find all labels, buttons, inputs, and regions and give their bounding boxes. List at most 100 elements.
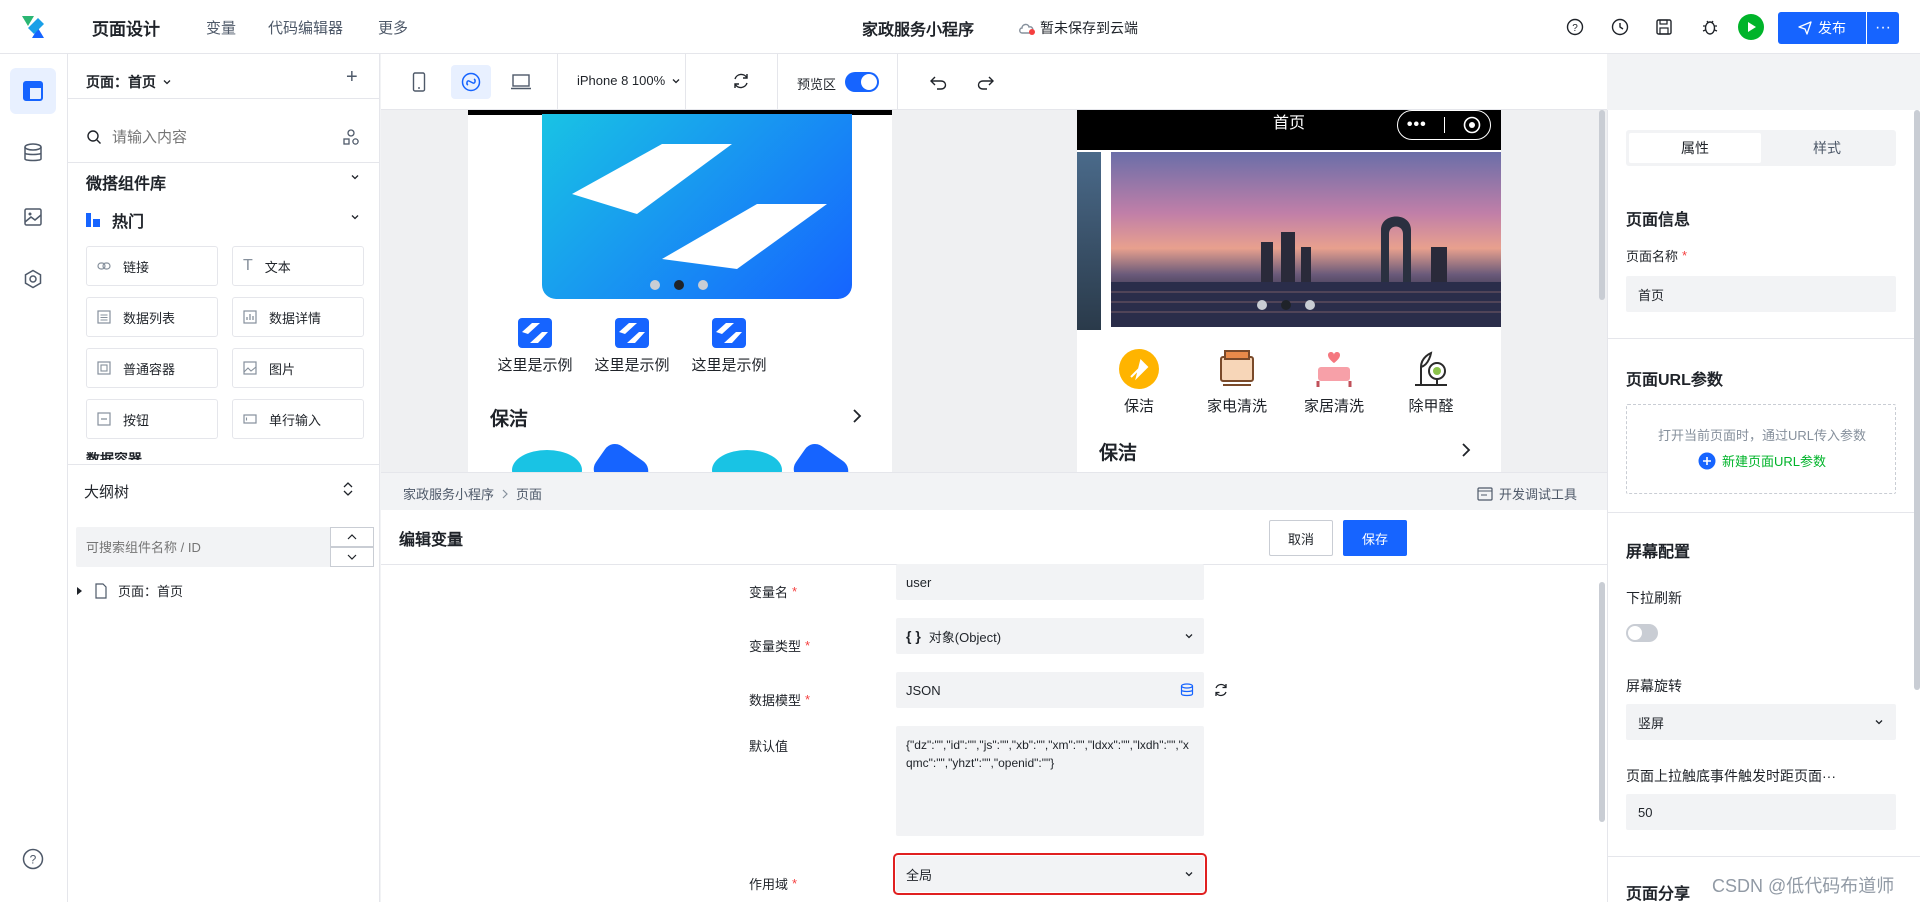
example-item[interactable]: 这里是示例 [495, 318, 575, 375]
library-chevron-icon[interactable] [350, 172, 360, 182]
save-icon[interactable] [1652, 15, 1676, 39]
next-match-button[interactable] [330, 547, 374, 567]
capsule-menu[interactable]: ••• [1397, 110, 1491, 140]
component-container[interactable]: 普通容器 [86, 348, 218, 388]
swiper-dot[interactable] [1305, 300, 1315, 310]
desktop-view-icon[interactable] [505, 66, 537, 98]
miniprogram-view-icon[interactable] [451, 65, 491, 99]
page-name-input[interactable]: 首页 [1626, 276, 1896, 312]
user-shapes-icon[interactable] [342, 128, 360, 146]
outline-search-field[interactable] [76, 527, 336, 567]
close-circle-icon[interactable] [1463, 116, 1481, 134]
phone-preview-right[interactable]: 首页 ••• 保洁 家电清洗 家居清洗 除甲醛 保洁 [1077, 110, 1501, 472]
pull-refresh-toggle[interactable] [1626, 624, 1658, 642]
devtools-button[interactable]: 开发调试工具 [1477, 484, 1577, 503]
var-name-input[interactable]: user [896, 564, 1204, 600]
expand-collapse-icon[interactable] [342, 481, 354, 497]
add-url-param-button[interactable]: 新建页面URL参数 [1627, 451, 1897, 470]
database-icon[interactable] [1180, 683, 1194, 697]
history-icon[interactable] [1608, 15, 1632, 39]
tab-properties[interactable]: 属性 [1629, 133, 1761, 163]
service-item[interactable]: 除甲醛 [1391, 347, 1471, 416]
var-type-select[interactable]: { } 对象(Object) [896, 618, 1204, 654]
plant-icon [1391, 347, 1471, 391]
library-title: 微搭组件库 [86, 176, 167, 193]
publish-button[interactable]: 发布 [1778, 12, 1866, 44]
component-data-detail[interactable]: 数据详情 [232, 297, 364, 337]
nav-more[interactable]: 更多 [378, 0, 408, 54]
hot-chevron-icon[interactable] [350, 212, 360, 222]
required-mark: * [805, 692, 811, 707]
scope-select[interactable]: 全局 [893, 853, 1207, 895]
example-item[interactable]: 这里是示例 [689, 318, 769, 375]
preview-toggle[interactable] [845, 72, 879, 92]
save-button[interactable]: 保存 [1343, 520, 1407, 556]
swiper-dot-active[interactable] [1281, 300, 1291, 310]
refresh-icon[interactable] [731, 71, 751, 91]
component-button[interactable]: 按钮 [86, 399, 218, 439]
rail-components-icon[interactable] [10, 68, 56, 114]
example-item[interactable]: 这里是示例 [592, 318, 672, 375]
add-page-button[interactable]: + [346, 66, 358, 89]
page-selector[interactable]: 页面：首页 [86, 72, 172, 92]
caret-right-icon[interactable] [76, 586, 84, 596]
panel-scrollbar[interactable] [1914, 110, 1920, 690]
city-banner-image[interactable] [1111, 152, 1501, 327]
chevron-right-icon[interactable] [852, 408, 862, 424]
publish-more-button[interactable]: ··· [1867, 12, 1899, 44]
service-item[interactable]: 家电清洗 [1197, 347, 1277, 416]
more-dots-icon[interactable]: ••• [1407, 116, 1427, 134]
rail-image-icon[interactable] [10, 194, 56, 240]
phone-preview-left[interactable]: 这里是示例 这里是示例 这里是示例 保洁 [468, 110, 892, 472]
help-icon[interactable]: ? [1563, 15, 1587, 39]
swiper-dot-active[interactable] [674, 280, 684, 290]
swiper-dot[interactable] [650, 280, 660, 290]
component-search-input[interactable] [112, 128, 332, 146]
undo-icon[interactable] [929, 72, 949, 92]
data-model-select[interactable]: JSON [896, 672, 1204, 708]
component-text[interactable]: T 文本 [232, 246, 364, 286]
editor-scrollbar[interactable] [1599, 582, 1605, 822]
swiper-dot[interactable] [698, 280, 708, 290]
chevron-right-icon[interactable] [1461, 442, 1471, 458]
run-preview-icon[interactable] [1738, 14, 1764, 40]
component-data-list[interactable]: 数据列表 [86, 297, 218, 337]
outline-title: 大纲树 [84, 484, 130, 501]
component-image[interactable]: 图片 [232, 348, 364, 388]
refresh-model-icon[interactable] [1213, 682, 1229, 698]
component-label: 按钮 [123, 412, 150, 428]
breadcrumb-page[interactable]: 页面 [516, 484, 542, 503]
chevron-down-icon [671, 76, 681, 86]
debug-bug-icon[interactable] [1698, 15, 1722, 39]
service-item[interactable]: 家居清洗 [1294, 347, 1374, 416]
outline-search-input[interactable] [86, 539, 326, 555]
component-link[interactable]: 链接 [86, 246, 218, 286]
cancel-button[interactable]: 取消 [1269, 520, 1333, 556]
rotation-select[interactable]: 竖屏 [1626, 704, 1896, 740]
hot-group-header[interactable]: 热门 [86, 208, 144, 232]
device-selector[interactable]: iPhone 8 100% [577, 73, 681, 88]
reach-bottom-input[interactable]: 50 [1626, 794, 1896, 830]
service-item[interactable]: 保洁 [1099, 347, 1179, 416]
banner-swiper[interactable] [542, 114, 852, 299]
tree-node-page-home[interactable]: 页面：首页 [76, 581, 183, 600]
mobile-view-icon[interactable] [403, 66, 435, 98]
design-canvas[interactable]: 这里是示例 这里是示例 这里是示例 保洁 首页 ••• 保洁 家电清洗 家居清洗… [381, 110, 1607, 472]
divider [1608, 856, 1920, 857]
component-search[interactable] [86, 128, 362, 146]
component-input[interactable]: 单行输入 [232, 399, 364, 439]
default-value-textarea[interactable]: {"dz":"","id":"","js":"","xb":"","xm":""… [896, 726, 1204, 836]
nav-code-editor[interactable]: 代码编辑器 [268, 0, 343, 54]
rail-help-icon[interactable]: ? [10, 836, 56, 882]
canvas-scrollbar[interactable] [1599, 110, 1605, 300]
prev-match-button[interactable] [330, 527, 374, 547]
nav-variables[interactable]: 变量 [206, 0, 236, 54]
redo-icon[interactable] [975, 72, 995, 92]
nav-page-design[interactable]: 页面设计 [92, 0, 160, 54]
example-label: 这里是示例 [691, 357, 767, 374]
breadcrumb-app[interactable]: 家政服务小程序 [403, 484, 494, 503]
swiper-dot[interactable] [1257, 300, 1267, 310]
rail-settings-icon[interactable] [10, 256, 56, 302]
rail-database-icon[interactable] [10, 130, 56, 176]
tab-styles[interactable]: 样式 [1761, 133, 1893, 163]
